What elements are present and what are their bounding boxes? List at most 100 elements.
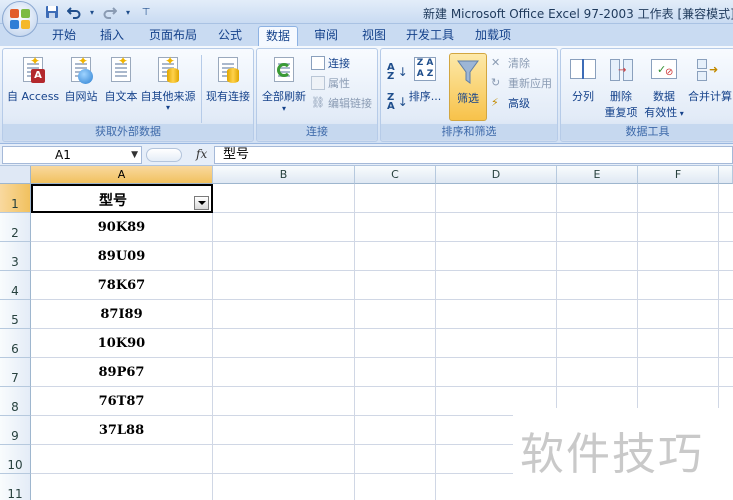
column-header-b[interactable]: B [213,166,355,184]
cell-a8[interactable]: 76T87 [31,394,212,409]
expand-formula-icon[interactable] [146,148,182,162]
save-icon[interactable] [44,4,60,20]
connections-button[interactable]: 连接 [311,55,350,71]
clear-button[interactable]: ✕ 清除 [491,55,530,71]
from-other-sources-button[interactable]: ✦ 自其他来源 ▾ [139,54,197,112]
select-all-corner[interactable] [0,166,31,184]
reapply-button[interactable]: ↻ 重新应用 [491,75,552,91]
from-text-button[interactable]: ✦ 自文本 [101,54,141,104]
tab-data[interactable]: 数据 [258,26,298,46]
chevron-down-icon: ▾ [281,104,286,113]
sort-az-icon: AZ [387,62,395,82]
column-header-g[interactable] [719,166,733,184]
column-header-d[interactable]: D [436,166,557,184]
connections-icon [311,56,325,70]
autofilter-dropdown-button[interactable] [194,196,209,210]
clear-filter-icon: ✕ [491,56,501,69]
column-header-a[interactable]: A [31,166,213,184]
row-header[interactable]: 5 [0,300,31,329]
chevron-down-icon: ▾ [677,109,684,118]
sort-az-button[interactable]: AZ ↓ [387,62,408,82]
row-number: 5 [11,313,19,327]
data-validation-icon: ✓ ⊘ [649,55,679,85]
row-header[interactable]: 4 [0,271,31,300]
office-button[interactable] [2,1,38,37]
existing-connections-button[interactable]: 现有连接 [203,55,253,104]
row-number: 9 [11,429,19,443]
tab-developer[interactable]: 开发工具 [402,26,458,46]
remove-duplicates-button[interactable]: → 删除 重复项 [601,55,641,120]
tab-formulas[interactable]: 公式 [210,26,250,46]
gridline [435,184,436,500]
row-header[interactable]: 10 [0,445,31,474]
edit-links-button[interactable]: ⛓ 编辑链接 [311,95,372,111]
link-icon: ⛓ [311,96,325,109]
filter-label: 筛选 [457,92,479,105]
properties-button[interactable]: 属性 [311,75,350,91]
refresh-all-label: 全部刷新 [262,90,306,103]
from-web-button[interactable]: ✦ 自网站 [61,54,101,104]
properties-icon [311,76,325,90]
row-header[interactable]: 1 [0,184,31,213]
row-header[interactable]: 3 [0,242,31,271]
cell-a2[interactable]: 90K89 [31,220,212,235]
row-header[interactable]: 7 [0,358,31,387]
tab-review[interactable]: 审阅 [306,26,346,46]
tab-view[interactable]: 视图 [354,26,394,46]
group-data-tools: 分列 → 删除 重复项 ✓ ⊘ 数据 有效性 ▾ ➜ 合并计算 数据工具 [560,48,733,142]
insert-function-icon[interactable]: fx [196,147,207,161]
refresh-all-button[interactable]: 全部刷新 ▾ [261,55,307,114]
watermark-text: 软件技巧 [520,429,704,480]
gridline [718,184,719,410]
filter-button[interactable]: 筛选 [449,53,487,121]
advanced-button[interactable]: ⚡ 高级 [491,95,530,111]
name-box[interactable]: A1 ▼ [2,146,142,164]
undo-icon[interactable] [66,4,82,20]
text-to-columns-button[interactable]: 分列 [565,55,601,104]
sort-button[interactable]: Z AA Z 排序... [407,55,443,104]
tab-insert[interactable]: 插入 [92,26,132,46]
cell-a6[interactable]: 10K90 [31,336,212,351]
row-header[interactable]: 8 [0,387,31,416]
row-header[interactable]: 6 [0,329,31,358]
gridline [637,184,638,410]
tab-page-layout[interactable]: 页面布局 [142,26,204,46]
row-header[interactable]: 9 [0,416,31,445]
redo-icon[interactable] [102,4,118,20]
gridline [31,357,733,358]
tab-home[interactable]: 开始 [44,26,84,46]
chevron-down-icon[interactable]: ▾ [124,4,132,20]
data-validation-button[interactable]: ✓ ⊘ 数据 有效性 ▾ [643,55,685,120]
column-header-f[interactable]: F [638,166,719,184]
from-text-label: 自文本 [104,90,138,103]
row-header[interactable]: 2 [0,213,31,242]
text-to-columns-label: 分列 [572,90,594,103]
chevron-down-icon[interactable]: ▼ [131,147,138,163]
existing-connections-icon [213,55,243,85]
formula-content: 型号 [223,147,250,162]
from-access-button[interactable]: A ✦ 自 Access [7,54,59,104]
sort-za-button[interactable]: ZA ↓ [387,93,408,112]
cell-a3[interactable]: 89U09 [31,249,212,264]
column-header-e[interactable]: E [557,166,638,184]
group-label-external: 获取外部数据 [3,124,253,140]
cell-a9[interactable]: 37L88 [31,423,212,438]
group-label-sort-filter: 排序和筛选 [381,124,557,140]
chevron-down-icon[interactable]: ▾ [88,4,96,20]
tab-addins[interactable]: 加载项 [468,26,518,46]
cell-a7[interactable]: 89P67 [31,365,212,380]
gridline [31,299,733,300]
cell-a4[interactable]: 78K67 [31,278,212,293]
group-label-connections: 连接 [257,124,377,140]
consolidate-label: 合并计算 [688,90,732,103]
customize-icon[interactable]: ⊤ [138,4,154,20]
consolidate-button[interactable]: ➜ 合并计算 [685,55,733,104]
cell-a1-active[interactable]: 型号 [31,184,213,213]
access-icon: A ✦ [18,54,48,85]
formula-input[interactable]: 型号 [214,146,733,164]
cell-a5[interactable]: 87I89 [31,307,212,322]
row-header[interactable]: 11 [0,474,31,500]
from-other-label: 自其他来源 [140,90,196,103]
gridline [31,270,733,271]
column-header-c[interactable]: C [355,166,436,184]
